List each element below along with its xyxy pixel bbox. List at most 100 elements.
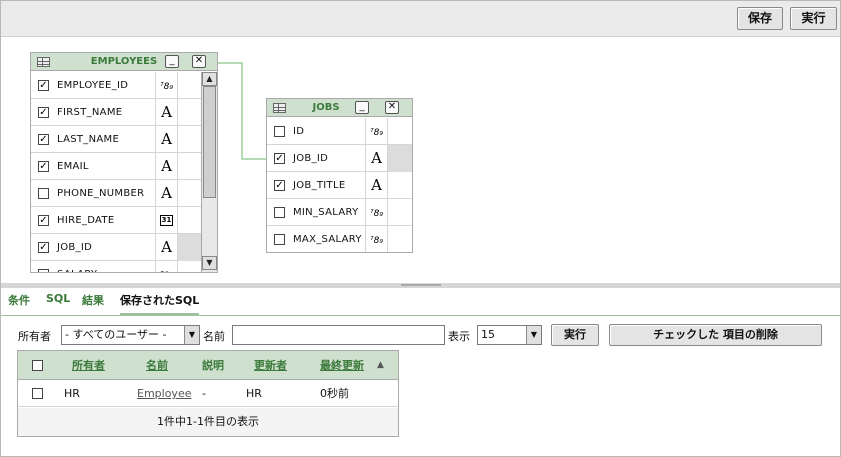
column-row[interactable]: ✓ JOB_ID A [31, 234, 201, 261]
owner-select-value: - すべてのユーザー - [65, 328, 167, 341]
column-checkbox[interactable]: ✓ [38, 80, 49, 91]
jobs-table-card[interactable]: JOBS _ ✕ ID ⁷8₉ ✓ JOB_ID A ✓ JOB_TITLE A MIN_SAL… [266, 98, 413, 253]
row-description: - [202, 387, 206, 400]
row-checkbox[interactable] [32, 388, 43, 399]
column-row[interactable]: ✓ LAST_NAME A [31, 126, 201, 153]
scroll-down-icon[interactable]: ▼ [202, 256, 217, 270]
close-icon[interactable]: ✕ [192, 55, 206, 68]
column-row[interactable]: ✓ JOB_TITLE A [267, 172, 412, 199]
column-row[interactable]: MAX_SALARY ⁷8₉ [267, 226, 412, 252]
owner-select[interactable]: - すべてのユーザー - ▼ [61, 325, 200, 345]
column-checkbox[interactable] [38, 269, 49, 272]
column-checkbox[interactable]: ✓ [38, 161, 49, 172]
join-target-cell[interactable] [177, 180, 201, 207]
display-count-value: 15 [481, 328, 495, 341]
employees-scrollbar[interactable]: ▲ ▼ [201, 72, 217, 272]
column-name: PHONE_NUMBER [57, 188, 145, 199]
join-target-cell[interactable] [177, 234, 201, 261]
number-type-glyph: ⁷8₉ [160, 271, 173, 272]
column-checkbox[interactable]: ✓ [38, 107, 49, 118]
join-target-cell[interactable] [177, 153, 201, 180]
column-name: EMPLOYEE_ID [57, 80, 129, 91]
column-checkbox[interactable] [274, 207, 285, 218]
column-row[interactable]: ✓ EMPLOYEE_ID ⁷8₉ [31, 72, 201, 99]
text-type-icon: A [155, 126, 177, 153]
join-target-cell[interactable] [387, 118, 412, 145]
join-target-cell[interactable] [177, 207, 201, 234]
text-type-icon: A [155, 234, 177, 261]
number-type-icon: ⁷8₉ [155, 72, 177, 99]
column-row[interactable]: ✓ EMAIL A [31, 153, 201, 180]
column-checkbox[interactable]: ✓ [38, 215, 49, 226]
design-canvas[interactable]: EMPLOYEES _ ✕ ✓ EMPLOYEE_ID ⁷8₉ ✓ FIRST_NAME… [1, 38, 840, 283]
name-input[interactable] [232, 325, 445, 345]
tab-sql[interactable]: SQL [46, 292, 70, 305]
column-row[interactable]: MIN_SALARY ⁷8₉ [267, 199, 412, 226]
row-name-link[interactable]: Employee [137, 381, 191, 407]
updated-by-column-header[interactable]: 更新者 [254, 351, 287, 380]
column-row[interactable]: ID ⁷8₉ [267, 118, 412, 145]
owner-column-header[interactable]: 所有者 [72, 351, 105, 380]
column-row[interactable]: SALARY ⁷8₉ [31, 261, 201, 272]
tab-conditions[interactable]: 条件 [8, 292, 30, 308]
join-target-cell[interactable] [177, 126, 201, 153]
join-target-cell[interactable] [387, 145, 412, 172]
jobs-column-list: ID ⁷8₉ ✓ JOB_ID A ✓ JOB_TITLE A MIN_SALARY ⁷8₉ MAX… [267, 118, 412, 252]
column-checkbox[interactable] [38, 188, 49, 199]
chevron-down-icon[interactable]: ▼ [184, 326, 199, 344]
join-target-cell[interactable] [387, 172, 412, 199]
delete-checked-button[interactable]: チェックした 項目の削除 [609, 324, 822, 346]
scroll-up-icon[interactable]: ▲ [202, 72, 217, 86]
chevron-down-icon[interactable]: ▼ [526, 326, 541, 344]
close-icon[interactable]: ✕ [385, 101, 399, 114]
employees-table-header[interactable]: EMPLOYEES _ ✕ [31, 53, 217, 71]
join-target-cell[interactable] [177, 99, 201, 126]
text-type-icon: A [155, 99, 177, 126]
join-target-cell[interactable] [177, 261, 201, 272]
column-checkbox[interactable]: ✓ [38, 242, 49, 253]
pagination-summary: 1件中1-1件目の表示 [18, 408, 398, 436]
minimize-icon[interactable]: _ [165, 55, 179, 68]
column-name: SALARY [57, 261, 97, 272]
column-checkbox[interactable]: ✓ [38, 134, 49, 145]
column-name: FIRST_NAME [57, 107, 123, 118]
column-checkbox[interactable]: ✓ [274, 180, 285, 191]
column-checkbox[interactable] [274, 234, 285, 245]
jobs-table-header[interactable]: JOBS _ ✕ [267, 99, 412, 117]
column-checkbox[interactable]: ✓ [274, 153, 285, 164]
text-type-glyph: A [161, 157, 172, 175]
filter-run-button[interactable]: 実行 [551, 324, 599, 346]
row-last-updated: 0秒前 [320, 387, 349, 400]
number-type-icon: ⁷8₉ [365, 118, 387, 145]
minimize-icon[interactable]: _ [355, 101, 369, 114]
column-row[interactable]: ✓ JOB_ID A [267, 145, 412, 172]
owner-label: 所有者 [18, 330, 51, 343]
row-owner: HR [64, 387, 80, 400]
employees-table-card[interactable]: EMPLOYEES _ ✕ ✓ EMPLOYEE_ID ⁷8₉ ✓ FIRST_NAME… [30, 52, 218, 273]
tab-results[interactable]: 結果 [82, 292, 104, 308]
date-type-glyph: 31 [160, 215, 173, 226]
save-button[interactable]: 保存 [737, 7, 783, 30]
last-updated-column-header[interactable]: 最終更新 [320, 351, 364, 380]
run-button[interactable]: 実行 [790, 7, 837, 30]
number-type-glyph: ⁷8₉ [370, 236, 383, 246]
column-row[interactable]: PHONE_NUMBER A [31, 180, 201, 207]
column-row[interactable]: ✓ HIRE_DATE 31 [31, 207, 201, 234]
select-all-checkbox[interactable] [32, 360, 43, 371]
name-column-header[interactable]: 名前 [146, 351, 168, 380]
join-target-cell[interactable] [387, 226, 412, 252]
scroll-thumb[interactable] [203, 86, 216, 198]
row-updated-by: HR [246, 387, 262, 400]
join-target-cell[interactable] [177, 72, 201, 99]
display-count-select[interactable]: 15 ▼ [477, 325, 542, 345]
report-header-row: 所有者 名前 説明 更新者 最終更新 ▲ [18, 351, 398, 380]
text-type-icon: A [155, 180, 177, 207]
column-row[interactable]: ✓ FIRST_NAME A [31, 99, 201, 126]
column-checkbox[interactable] [274, 126, 285, 137]
text-type-glyph: A [161, 130, 172, 148]
join-target-cell[interactable] [387, 199, 412, 226]
tab-saved-sql[interactable]: 保存されたSQL [120, 292, 200, 316]
display-label: 表示 [448, 330, 470, 343]
number-type-glyph: ⁷8₉ [370, 128, 383, 138]
splitter-grip[interactable] [401, 284, 441, 286]
